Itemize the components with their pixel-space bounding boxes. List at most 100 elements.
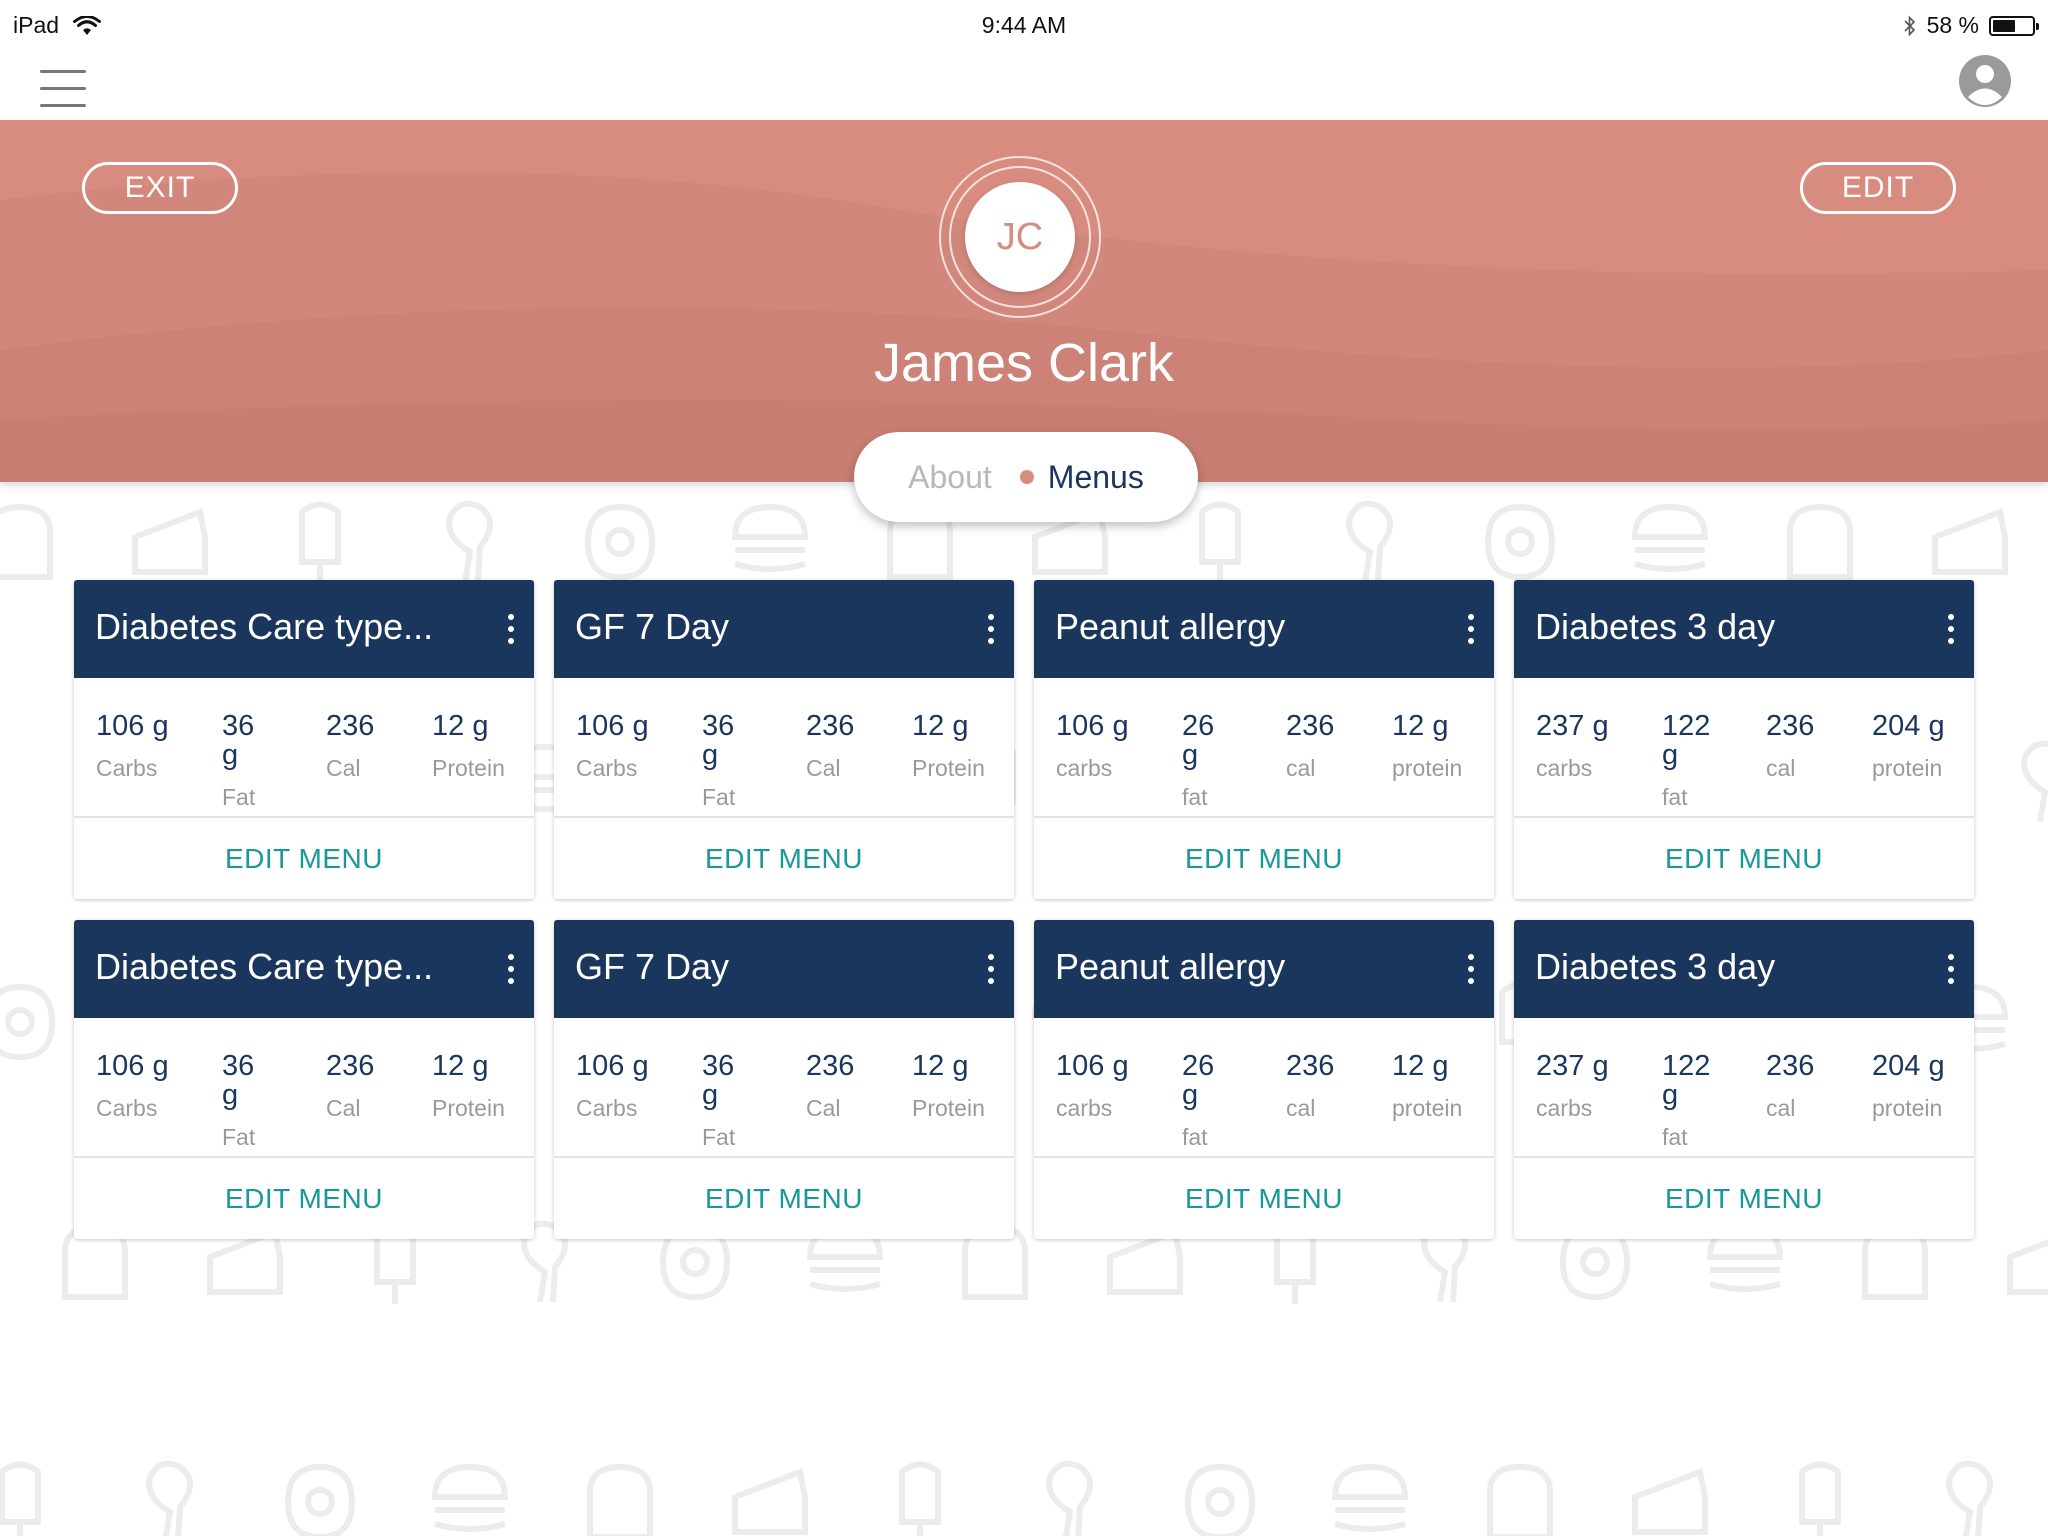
food-doodle-icon: [732, 1467, 808, 1535]
menu-card: GF 7 Day 106 g Carbs 36 g Fat 236 Cal 12 g P…: [554, 920, 1014, 1239]
menu-card: GF 7 Day 106 g Carbs 36 g Fat 236 Cal 12 g P…: [554, 580, 1014, 899]
stat-fat: 26 g fat: [1182, 1052, 1292, 1151]
menu-card-title: Diabetes 3 day: [1535, 946, 1776, 987]
stat-value: 106 g: [96, 710, 169, 742]
stat-fat: 36 g Fat: [702, 1052, 812, 1151]
more-vert-icon[interactable]: [1466, 954, 1476, 988]
stat-label: cal: [1766, 1095, 1796, 1121]
stat-value: 12 g: [432, 1050, 489, 1082]
food-doodle-icon: [146, 1460, 193, 1536]
stat-fat: 36 g Fat: [222, 712, 332, 811]
menu-card-title: GF 7 Day: [575, 946, 730, 987]
food-doodle-icon: [2021, 740, 2048, 823]
food-doodle-icon: [1487, 1463, 1553, 1536]
more-vert-icon[interactable]: [1466, 614, 1476, 648]
menu-card-header: Diabetes Care type...: [74, 580, 534, 678]
stat-value: 236: [806, 1050, 855, 1082]
stat-fat: 122 g fat: [1662, 1052, 1772, 1151]
stat-value: 204 g: [1872, 710, 1945, 742]
stat-carbs: 106 g Carbs: [96, 712, 206, 782]
stat-value: 26 g: [1182, 710, 1215, 771]
stat-label: Carbs: [576, 755, 638, 781]
food-doodle-icon: [1346, 500, 1393, 583]
user-name: James Clark: [873, 333, 1175, 393]
edit-menu-button[interactable]: EDIT MENU: [1034, 818, 1494, 899]
menu-card-stats: 106 g Carbs 36 g Fat 236 Cal 12 g Protein: [554, 1018, 1014, 1158]
stat-carbs: 106 g carbs: [1056, 1052, 1166, 1122]
edit-menu-button[interactable]: EDIT MENU: [554, 1158, 1014, 1239]
menu-card-header: Peanut allergy: [1034, 580, 1494, 678]
stat-label: Fat: [702, 784, 736, 810]
food-doodle-icon: [207, 1227, 283, 1295]
battery-icon: [1989, 15, 2039, 36]
menu-card-title: GF 7 Day: [575, 606, 730, 647]
food-doodle-icon: [446, 500, 493, 583]
status-bar: iPad 9:44 AM 58 %: [0, 0, 2048, 50]
stat-label: protein: [1872, 755, 1943, 781]
hamburger-icon[interactable]: [40, 60, 88, 107]
edit-profile-button[interactable]: EDIT: [1800, 162, 1956, 214]
top-nav-bar: [0, 50, 2048, 120]
food-doodle-icon: [1787, 503, 1853, 580]
stat-value: 36 g: [702, 1050, 735, 1111]
stat-value: 36 g: [222, 1050, 255, 1111]
food-doodle-icon: [1946, 1460, 1993, 1536]
stat-cal: 236 Cal: [806, 712, 916, 782]
edit-menu-button[interactable]: EDIT MENU: [554, 818, 1014, 899]
menu-card: Peanut allergy 106 g carbs 26 g fat 236 cal…: [1034, 580, 1494, 899]
stat-protein: 204 g protein: [1872, 712, 1974, 782]
stat-label: protein: [1392, 755, 1463, 781]
exit-button[interactable]: EXIT: [82, 162, 238, 214]
stat-value: 204 g: [1872, 1050, 1945, 1082]
food-doodle-icon: [2007, 1239, 2048, 1295]
menu-card-header: GF 7 Day: [554, 580, 1014, 678]
user-circle-icon[interactable]: [1958, 54, 2012, 108]
stat-cal: 236 cal: [1286, 1052, 1396, 1122]
stat-value: 236: [806, 710, 855, 742]
stat-value: 106 g: [576, 1050, 649, 1082]
tab-menus[interactable]: Menus: [1019, 459, 1144, 496]
stat-value: 26 g: [1182, 1050, 1215, 1111]
stat-carbs: 237 g carbs: [1536, 712, 1646, 782]
stat-label: Fat: [702, 1124, 736, 1150]
more-vert-icon[interactable]: [1946, 954, 1956, 988]
food-doodle-icon: [299, 501, 341, 584]
more-vert-icon[interactable]: [986, 614, 996, 648]
menu-card-title: Diabetes Care type...: [95, 946, 434, 987]
menu-card-header: Diabetes 3 day: [1514, 920, 1974, 1018]
edit-menu-button[interactable]: EDIT MENU: [74, 1158, 534, 1239]
stat-value: 236: [1286, 710, 1335, 742]
stat-label: Cal: [806, 755, 841, 781]
menu-card-stats: 106 g carbs 26 g fat 236 cal 12 g protein: [1034, 1018, 1494, 1158]
tab-about[interactable]: About: [908, 459, 992, 496]
stat-value: 106 g: [1056, 710, 1129, 742]
stat-label: Fat: [222, 1124, 256, 1150]
stat-value: 122 g: [1662, 710, 1711, 771]
food-doodle-icon: [284, 1463, 356, 1536]
food-doodle-icon: [1799, 1461, 1841, 1536]
edit-menu-button[interactable]: EDIT MENU: [74, 818, 534, 899]
battery-percent: 58 %: [1926, 12, 1979, 38]
bluetooth-icon: [1903, 15, 1915, 36]
food-doodle-icon: [899, 1461, 941, 1536]
more-vert-icon[interactable]: [506, 614, 516, 648]
more-vert-icon[interactable]: [1946, 614, 1956, 648]
edit-menu-button[interactable]: EDIT MENU: [1514, 1158, 1974, 1239]
menu-card-stats: 237 g carbs 122 g fat 236 cal 204 g protein: [1514, 678, 1974, 818]
stat-value: 236: [326, 1050, 375, 1082]
stat-protein: 12 g protein: [1392, 1052, 1494, 1122]
stat-label: Cal: [326, 1095, 361, 1121]
stat-fat: 26 g fat: [1182, 712, 1292, 811]
stat-label: Protein: [912, 755, 985, 781]
stat-label: Carbs: [96, 1095, 158, 1121]
stat-protein: 204 g protein: [1872, 1052, 1974, 1122]
edit-menu-button[interactable]: EDIT MENU: [1514, 818, 1974, 899]
stat-value: 36 g: [222, 710, 255, 771]
food-doodle-icon: [731, 503, 809, 572]
menu-card: Peanut allergy 106 g carbs 26 g fat 236 cal…: [1034, 920, 1494, 1239]
more-vert-icon[interactable]: [986, 954, 996, 988]
food-doodle-icon: [0, 983, 56, 1061]
stat-label: carbs: [1536, 755, 1593, 781]
edit-menu-button[interactable]: EDIT MENU: [1034, 1158, 1494, 1239]
more-vert-icon[interactable]: [506, 954, 516, 988]
